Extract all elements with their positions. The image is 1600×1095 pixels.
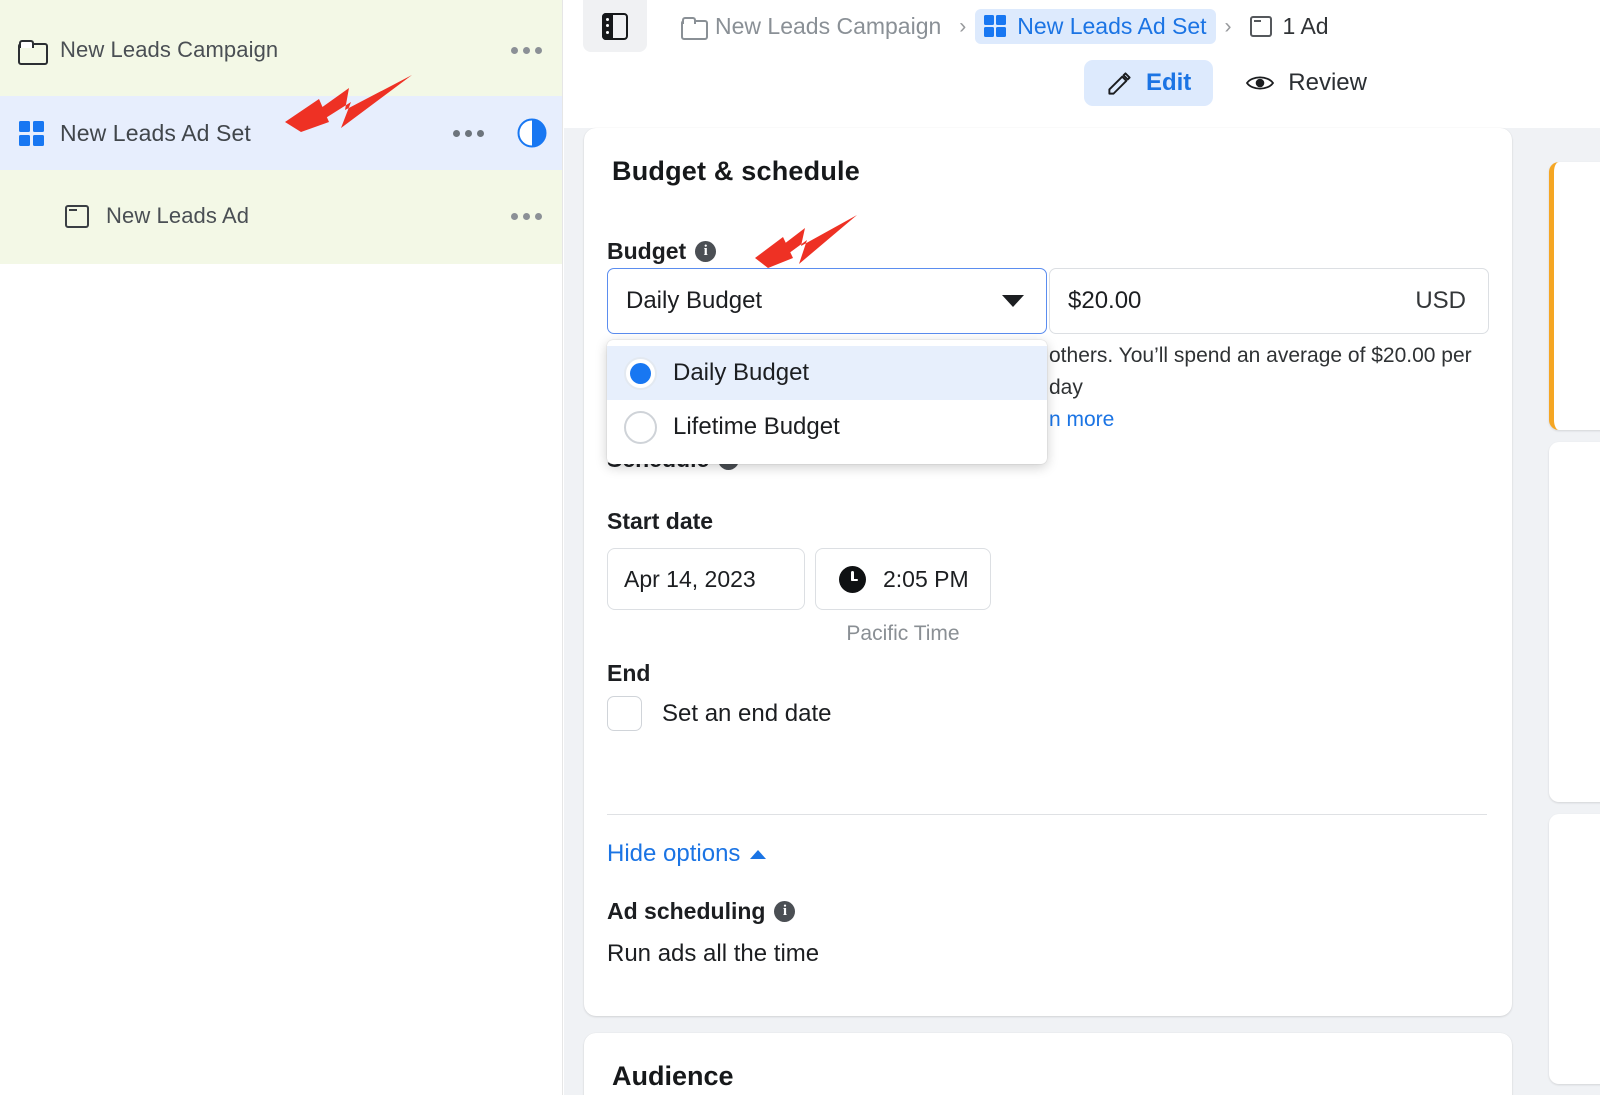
grid-icon [16,118,46,148]
adset-overflow-menu-button[interactable] [447,124,490,143]
tab-review-label: Review [1288,69,1367,97]
start-time-value: 2:05 PM [883,566,969,593]
start-time-input[interactable]: 2:05 PM [815,548,991,610]
dropdown-option-daily-budget-label: Daily Budget [673,359,809,387]
chevron-right-icon: › [959,16,966,37]
dropdown-option-lifetime-budget[interactable]: Lifetime Budget [607,400,1047,454]
ad-overflow-menu-button[interactable] [505,207,548,226]
info-icon[interactable]: i [695,241,716,262]
chevron-right-icon: › [1225,16,1232,37]
set-end-date-label: Set an end date [662,700,831,728]
ad-window-icon [1250,16,1272,37]
chevron-up-icon [750,850,766,859]
sidebar-panel-icon [602,13,628,40]
sidebar-panel-toggle-button[interactable] [583,0,647,52]
campaign-tree-sidebar: New Leads Campaign New Leads Ad Set [0,0,563,1095]
right-peek-card-2[interactable] [1549,442,1600,802]
radio-selected-icon [624,357,657,390]
budget-type-select-value: Daily Budget [626,287,762,315]
hide-options-toggle[interactable]: Hide options [607,840,766,868]
breadcrumb-adset-label: New Leads Ad Set [1017,13,1206,40]
eye-icon [1245,72,1275,94]
budget-amount-value: $20.00 [1068,287,1141,315]
campaign-overflow-menu-button[interactable] [505,41,548,60]
top-bar: New Leads Campaign › New Leads Ad Set › … [564,0,1600,128]
ad-window-icon [62,201,92,231]
breadcrumb-item-campaign[interactable]: New Leads Campaign [672,9,950,44]
app-root: New Leads Campaign New Leads Ad Set [0,0,1600,1095]
tab-review[interactable]: Review [1223,60,1389,106]
hide-options-label: Hide options [607,840,740,868]
breadcrumb-campaign-label: New Leads Campaign [715,13,941,40]
budget-schedule-card: Budget & schedule Budget i Daily Budget … [584,128,1512,1016]
right-peek-card-3[interactable] [1549,814,1600,1084]
view-mode-tabs: Edit Review [1084,60,1389,106]
budget-field-label: Budget i [607,238,716,265]
pencil-icon [1106,70,1133,97]
sidebar-top-spacer [0,0,562,26]
breadcrumb-item-ads[interactable]: 1 Ad [1241,9,1338,44]
ad-scheduling-label-text: Ad scheduling [607,898,765,925]
budget-amount-input[interactable]: $20.00 USD [1049,268,1489,334]
sidebar-item-ad-label: New Leads Ad [106,203,249,229]
timezone-label: Pacific Time [815,622,991,646]
grid-icon [984,15,1006,37]
budget-currency-label: USD [1415,287,1466,315]
budget-label-text: Budget [607,238,686,265]
folder-icon [681,17,704,36]
radio-unselected-icon [624,411,657,444]
breadcrumb-item-adset[interactable]: New Leads Ad Set [975,9,1215,44]
start-date-input[interactable]: Apr 14, 2023 [607,548,805,610]
learn-more-link[interactable]: n more [1049,408,1114,431]
main-content-area: New Leads Campaign › New Leads Ad Set › … [564,0,1600,1095]
breadcrumb: New Leads Campaign › New Leads Ad Set › … [672,5,1338,47]
sidebar-item-adset[interactable]: New Leads Ad Set [0,96,562,170]
sidebar-spacer-2 [0,170,562,192]
dropdown-option-daily-budget[interactable]: Daily Budget [607,346,1047,400]
section-divider [607,814,1487,815]
audience-card: Audience [584,1033,1512,1095]
card-title-audience: Audience [612,1061,734,1092]
set-end-date-checkbox[interactable] [607,696,642,731]
chevron-down-icon [1002,295,1024,307]
right-peek-card-warning[interactable] [1549,162,1600,430]
budget-type-dropdown-menu: Daily Budget Lifetime Budget [607,340,1047,464]
start-date-label: Start date [607,508,713,535]
sidebar-item-campaign[interactable]: New Leads Campaign [0,26,562,74]
info-icon[interactable]: i [774,901,795,922]
contrast-status-icon[interactable] [516,117,548,149]
tab-edit[interactable]: Edit [1084,60,1213,106]
folder-icon [16,35,46,65]
sidebar-item-campaign-label: New Leads Campaign [60,37,278,63]
clock-icon [839,566,866,593]
card-title-budget-schedule: Budget & schedule [612,156,860,187]
dropdown-option-lifetime-budget-label: Lifetime Budget [673,413,840,441]
ad-scheduling-value: Run ads all the time [607,940,819,968]
budget-helper-line: others. You’ll spend an average of $20.0… [1049,344,1472,399]
end-label: End [607,660,650,687]
tab-edit-label: Edit [1146,69,1191,97]
budget-type-select[interactable]: Daily Budget [607,268,1047,334]
sidebar-spacer-1 [0,74,562,96]
ad-scheduling-label: Ad scheduling i [607,898,795,925]
sidebar-item-ad[interactable]: New Leads Ad [0,192,562,240]
budget-helper-text: others. You’ll spend an average of $20.0… [1049,340,1509,436]
sidebar-item-adset-label: New Leads Ad Set [60,120,251,147]
start-date-value: Apr 14, 2023 [624,566,756,593]
sidebar-bottom-spacer [0,240,562,264]
breadcrumb-ads-label: 1 Ad [1283,13,1329,40]
set-end-date-checkbox-row[interactable]: Set an end date [607,696,831,731]
